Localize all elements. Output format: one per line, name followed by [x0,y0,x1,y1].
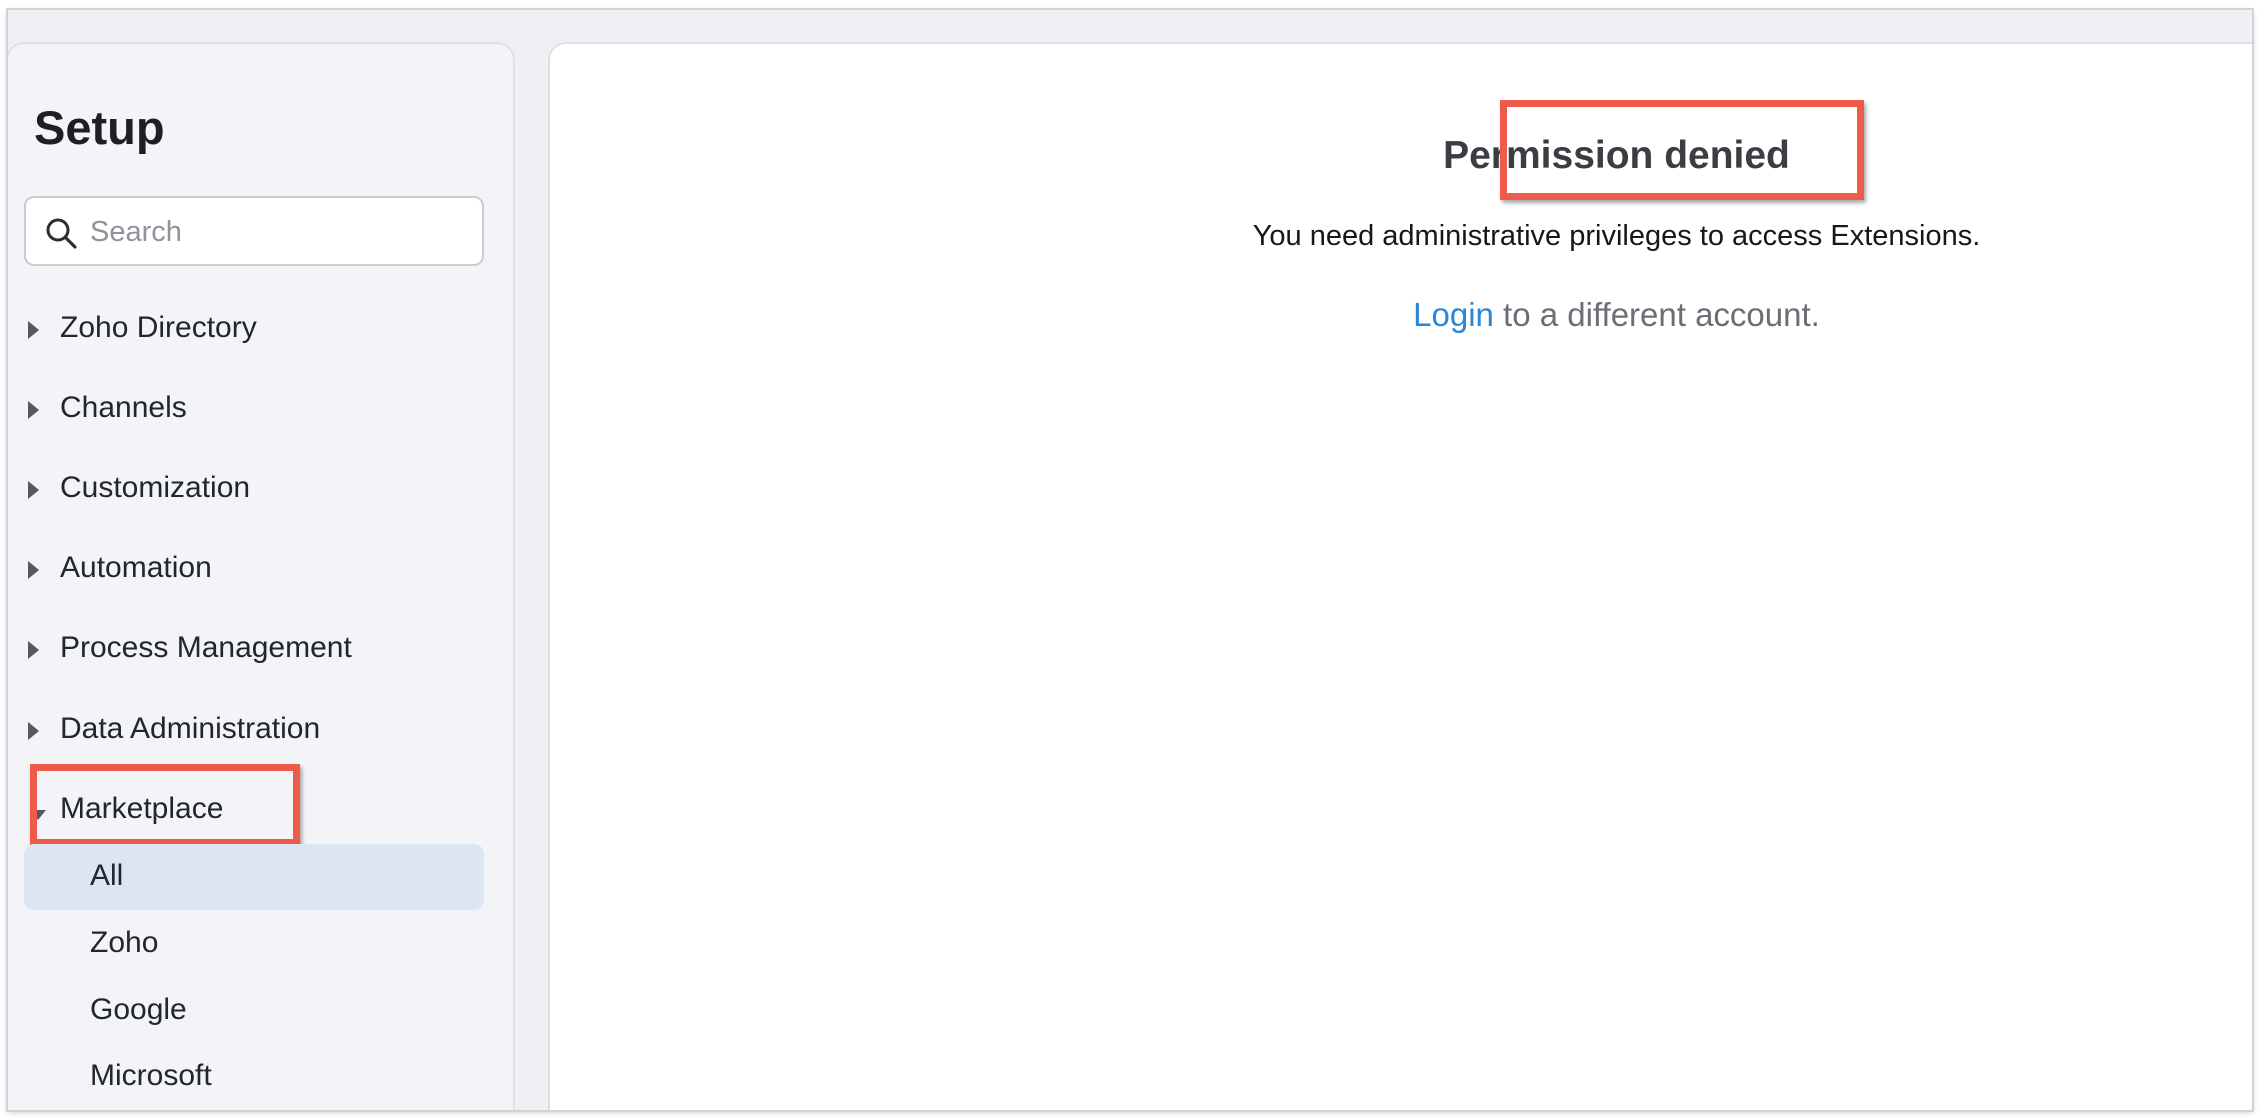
sidebar-item-customization[interactable]: Customization [8,463,498,519]
sub-item-label: Microsoft [90,1059,212,1092]
sidebar-item-process-management[interactable]: Process Management [8,623,498,679]
caret-right-icon [28,401,39,419]
sidebar-item-label: Zoho Directory [60,311,257,344]
marketplace-sub-item-google[interactable]: Google [24,978,484,1044]
marketplace-sub-item-microsoft[interactable]: Microsoft [24,1044,484,1110]
caret-right-icon [28,641,39,659]
login-prompt-suffix: to a different account. [1493,296,1820,333]
marketplace-sub-item-zoho[interactable]: Zoho [24,911,484,977]
sidebar-item-marketplace[interactable]: Marketplace [8,784,498,840]
search-input[interactable] [88,208,472,256]
sub-item-label: All [90,859,124,892]
sidebar-item-zoho-directory[interactable]: Zoho Directory [8,303,498,359]
login-prompt: Login to a different account. [550,296,2252,334]
caret-right-icon [28,722,39,740]
sidebar-title: Setup [34,101,165,154]
sidebar-item-channels[interactable]: Channels [8,383,498,439]
search-box[interactable] [24,196,484,266]
sidebar-item-label: Marketplace [60,792,224,825]
sidebar-item-label: Channels [60,391,187,424]
caret-down-icon [30,810,46,820]
sub-item-label: Zoho [90,926,159,959]
sidebar-item-label: Customization [60,471,251,504]
setup-sidebar: Setup Zoho Directory Channels Customizat… [8,42,515,1110]
search-icon [46,218,77,249]
login-link[interactable]: Login [1413,296,1494,333]
permission-message: You need administrative privileges to ac… [1252,220,1981,252]
sidebar-item-label: Process Management [60,631,352,664]
app-window: Setup Zoho Directory Channels Customizat… [8,10,2252,1110]
sidebar-item-automation[interactable]: Automation [8,543,498,599]
sidebar-item-label: Automation [60,551,212,584]
caret-right-icon [28,481,39,499]
permission-denied-title: Permission denied [1443,134,1790,177]
sidebar-item-label: Data Administration [60,712,321,745]
screenshot-frame: Setup Zoho Directory Channels Customizat… [0,0,2263,1118]
caret-right-icon [28,561,39,579]
marketplace-sub-item-all[interactable]: All [24,844,484,910]
caret-right-icon [28,321,39,339]
sub-item-label: Google [90,993,187,1026]
main-content-panel: Permission denied You need administrativ… [548,42,2252,1110]
sidebar-item-data-administration[interactable]: Data Administration [8,704,498,760]
